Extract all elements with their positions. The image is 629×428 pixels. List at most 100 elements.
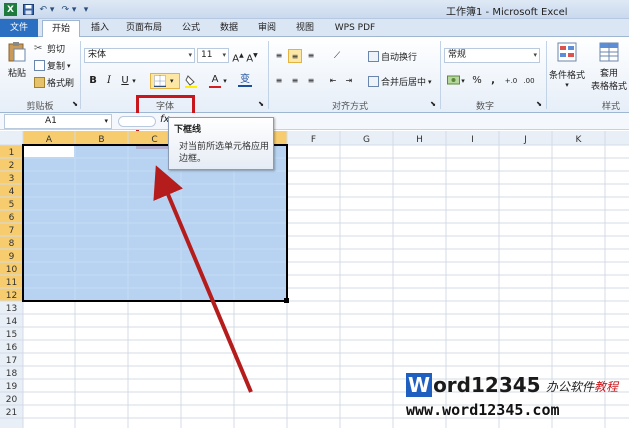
align-center-icon[interactable]: ≡	[288, 74, 302, 88]
number-launcher-icon[interactable]: ⬊	[532, 97, 546, 111]
column-header-i[interactable]: I	[471, 135, 474, 145]
name-box[interactable]: A1 ▾	[4, 114, 112, 129]
font-size-select[interactable]: 11 ▾	[197, 48, 229, 63]
active-cell-a1[interactable]	[24, 146, 74, 157]
align-right-icon[interactable]: ≡	[304, 74, 318, 88]
row-header-2[interactable]: 2	[9, 161, 15, 171]
currency-icon[interactable]	[446, 74, 460, 88]
customize-toolbar-icon[interactable]: ▾	[82, 3, 90, 16]
tab-data[interactable]: 数据	[214, 20, 244, 37]
merge-center-label: 合并后居中	[381, 78, 427, 88]
format-painter-button[interactable]: 格式刷	[34, 76, 74, 89]
row-header-10[interactable]: 10	[6, 265, 18, 275]
row-header-6[interactable]: 6	[9, 213, 15, 223]
font-color-dropdown-icon[interactable]: ▾	[221, 74, 229, 88]
formula-splitter[interactable]	[118, 116, 156, 127]
merge-icon	[368, 76, 379, 87]
tab-view[interactable]: 视图	[290, 20, 320, 37]
format-as-table-button[interactable]: 套用 表格格式	[589, 42, 629, 92]
row-header-7[interactable]: 7	[9, 226, 15, 236]
font-color-icon[interactable]: A	[208, 73, 222, 88]
grow-font-icon[interactable]: A▲	[231, 49, 245, 64]
row-header-12[interactable]: 12	[6, 291, 17, 301]
fill-handle[interactable]	[284, 298, 289, 303]
undo-icon[interactable]: ↶ ▾	[38, 3, 56, 16]
tooltip-description: 对当前所选单元格应用边框。	[179, 142, 270, 164]
tab-review[interactable]: 审阅	[252, 20, 282, 37]
currency-dropdown-icon[interactable]: ▾	[459, 74, 467, 88]
column-header-f[interactable]: F	[311, 135, 316, 145]
number-format-select[interactable]: 常规 ▾	[444, 48, 540, 63]
row-header-16[interactable]: 16	[6, 343, 18, 353]
orientation-icon[interactable]: ⟋	[330, 49, 344, 63]
decrease-indent-icon[interactable]: ⇤	[326, 74, 340, 88]
font-size-value: 11	[201, 50, 213, 60]
row-header-19[interactable]: 19	[6, 382, 18, 392]
row-header-15[interactable]: 15	[6, 330, 17, 340]
row-header-11[interactable]: 11	[6, 278, 17, 288]
row-header-20[interactable]: 20	[6, 395, 18, 405]
percent-button[interactable]: %	[470, 74, 484, 88]
tab-wps-pdf[interactable]: WPS PDF	[332, 20, 378, 37]
merge-center-button[interactable]: 合并后居中 ▾	[368, 75, 432, 88]
align-middle-icon[interactable]: ≡	[288, 49, 302, 63]
row-header-21[interactable]: 21	[6, 408, 17, 418]
merge-dropdown-icon[interactable]: ▾	[428, 78, 432, 86]
tab-home[interactable]: 开始	[42, 20, 80, 38]
row-header-17[interactable]: 17	[6, 356, 17, 366]
phonetic-button[interactable]: 变	[238, 73, 252, 87]
row-header-8[interactable]: 8	[9, 239, 15, 249]
column-header-a[interactable]: A	[46, 135, 53, 145]
row-header-13[interactable]: 13	[6, 304, 17, 314]
row-header-18[interactable]: 18	[6, 369, 18, 379]
row-header-5[interactable]: 5	[9, 200, 15, 210]
separator	[440, 41, 441, 109]
tab-page-layout[interactable]: 页面布局	[120, 20, 168, 37]
column-header-h[interactable]: H	[416, 135, 423, 145]
align-left-icon[interactable]: ≡	[272, 74, 286, 88]
tab-file[interactable]: 文件	[0, 19, 38, 37]
alignment-launcher-icon[interactable]: ⬊	[426, 97, 440, 111]
font-launcher-icon[interactable]: ⬊	[254, 97, 268, 111]
row-header-14[interactable]: 14	[6, 317, 18, 327]
row-header-1[interactable]: 1	[9, 148, 15, 158]
increase-indent-icon[interactable]: ⇥	[342, 74, 356, 88]
shrink-font-icon[interactable]: A▼	[245, 49, 259, 64]
ribbon: 粘贴 ✂ 剪切 复制 ▾ 格式刷 剪贴板 ⬊ 宋体 ▾ 11 ▾ A▲ A▼ B I…	[0, 37, 629, 149]
watermark-slogan-b: 教程	[594, 380, 619, 394]
border-button[interactable]: ▾	[150, 73, 180, 89]
row-header-9[interactable]: 9	[9, 252, 15, 262]
align-bottom-icon[interactable]: ≡	[304, 49, 318, 63]
font-name-select[interactable]: 宋体 ▾	[84, 48, 195, 63]
italic-button[interactable]: I	[102, 74, 116, 88]
tooltip-title: 下框线	[174, 125, 202, 135]
row-header-3[interactable]: 3	[9, 174, 15, 184]
bold-button[interactable]: B	[86, 74, 100, 88]
redo-icon[interactable]: ↷ ▾	[60, 3, 78, 16]
comma-button[interactable]: ,	[486, 74, 500, 88]
column-header-c[interactable]: C	[151, 135, 157, 145]
watermark-slogan-a: 办公软件	[546, 380, 595, 394]
wrap-text-icon	[368, 51, 379, 62]
column-header-j[interactable]: J	[523, 135, 527, 145]
tab-formulas[interactable]: 公式	[176, 20, 206, 37]
watermark-slogan: 办公软件教程	[546, 378, 618, 395]
underline-dropdown-icon[interactable]: ▾	[130, 74, 138, 88]
column-header-g[interactable]: G	[363, 135, 370, 145]
row-header-4[interactable]: 4	[9, 187, 15, 197]
copy-button[interactable]: 复制 ▾	[34, 59, 71, 72]
copy-dropdown-icon[interactable]: ▾	[67, 62, 71, 70]
separator	[546, 41, 547, 109]
column-header-b[interactable]: B	[98, 135, 104, 145]
fill-color-icon[interactable]	[184, 74, 198, 88]
paste-button[interactable]: 粘贴	[5, 41, 29, 79]
chevron-down-icon: ▾	[533, 51, 537, 59]
cut-button[interactable]: ✂ 剪切	[34, 42, 65, 55]
save-icon[interactable]	[22, 3, 34, 16]
tab-insert[interactable]: 插入	[84, 20, 116, 37]
wrap-text-button[interactable]: 自动换行	[368, 50, 417, 63]
decrease-decimal-icon[interactable]: .00	[522, 74, 536, 88]
increase-decimal-icon[interactable]: +.0	[504, 74, 518, 88]
conditional-format-button[interactable]: 条件格式 ▾	[549, 42, 585, 89]
align-top-icon[interactable]: ≡	[272, 49, 286, 63]
